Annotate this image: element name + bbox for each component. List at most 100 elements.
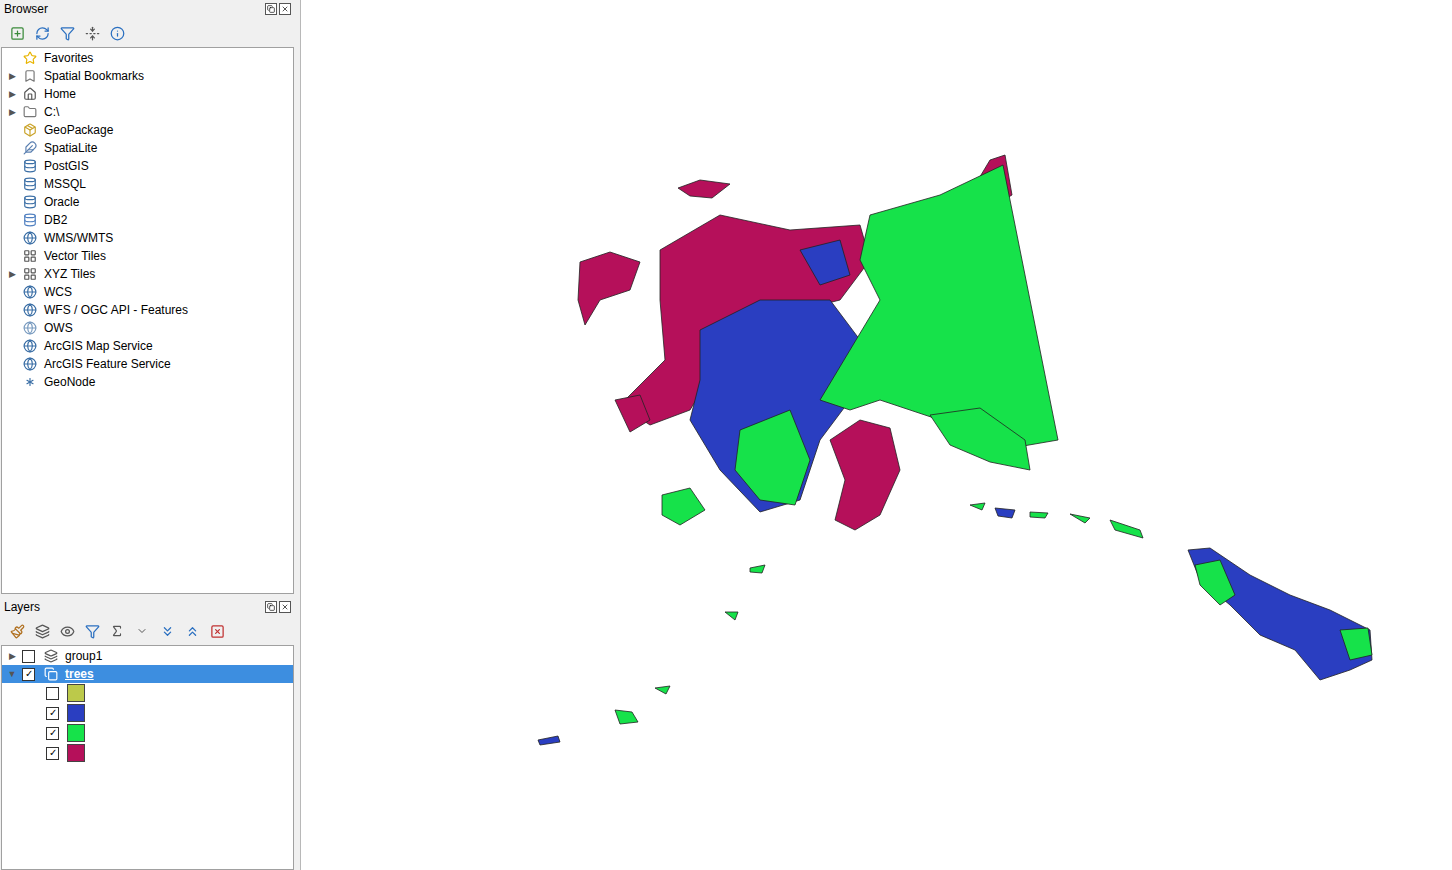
browser-title-bar: Browser [0, 0, 295, 17]
legend-item[interactable]: ✓ [2, 703, 293, 723]
collapse-all-icon[interactable] [83, 24, 101, 42]
tree-polygon[interactable] [1340, 628, 1372, 660]
tree-polygon[interactable] [820, 165, 1058, 450]
browser-item[interactable]: ▶Spatial Bookmarks [2, 67, 293, 85]
collapsed-arrow-icon[interactable]: ▶ [6, 71, 18, 81]
browser-item[interactable]: PostGIS [2, 157, 293, 175]
map-canvas[interactable] [301, 0, 1452, 870]
layer-checkbox[interactable] [22, 650, 35, 663]
map-drawing[interactable] [301, 0, 1452, 870]
collapsed-arrow-icon[interactable]: ▶ [6, 651, 18, 661]
browser-item[interactable]: ArcGIS Map Service [2, 337, 293, 355]
browser-title: Browser [4, 2, 48, 16]
browser-item-icon [22, 320, 38, 336]
layers-panel: Layers▶group1▼✓trees✓✓✓ [0, 594, 295, 870]
browser-item-icon [22, 176, 38, 192]
browser-item[interactable]: ▶ Home [2, 85, 293, 103]
browser-item[interactable]: WCS [2, 283, 293, 301]
browser-item[interactable]: MSSQL [2, 175, 293, 193]
tree-polygon[interactable] [1195, 560, 1235, 605]
collapse-all-icon[interactable] [183, 622, 201, 640]
tree-polygon[interactable] [995, 508, 1015, 518]
browser-item[interactable]: WMS/WMTS [2, 229, 293, 247]
browser-item[interactable]: ArcGIS Feature Service [2, 355, 293, 373]
dropdown-icon[interactable] [133, 622, 151, 640]
browser-item-label: ArcGIS Map Service [42, 339, 153, 353]
expanded-arrow-icon[interactable]: ▼ [6, 669, 18, 679]
tree-polygon[interactable] [800, 240, 850, 285]
tree-polygon[interactable] [735, 410, 810, 505]
float-icon[interactable] [265, 601, 277, 613]
tree-polygon[interactable] [690, 300, 860, 512]
layer-checkbox[interactable]: ✓ [22, 668, 35, 681]
legend-item[interactable]: ✓ [2, 723, 293, 743]
browser-item[interactable]: OWS [2, 319, 293, 337]
tree-polygon[interactable] [578, 252, 640, 325]
legend-swatch [67, 704, 85, 722]
info-icon[interactable] [108, 24, 126, 42]
tree-polygon[interactable] [615, 710, 638, 724]
refresh-icon[interactable] [33, 24, 51, 42]
browser-item[interactable]: SpatiaLite [2, 139, 293, 157]
filter-icon[interactable] [58, 24, 76, 42]
tree-polygon[interactable] [615, 395, 650, 432]
layers-title-bar: Layers [0, 594, 295, 615]
browser-item-icon [22, 86, 38, 102]
add-group-icon[interactable] [33, 622, 51, 640]
legend-checkbox[interactable]: ✓ [46, 747, 59, 760]
tree-polygon[interactable] [1110, 520, 1143, 538]
tree-polygon[interactable] [1188, 548, 1372, 680]
legend-checkbox[interactable] [46, 687, 59, 700]
browser-item-icon [22, 122, 38, 138]
panel-title-buttons [265, 3, 291, 15]
tree-polygon[interactable] [662, 488, 705, 525]
layer-row[interactable]: ▶group1 [2, 647, 293, 665]
visibility-icon[interactable] [58, 622, 76, 640]
browser-item-label: GeoPackage [42, 123, 113, 137]
expression-filter-icon[interactable] [108, 622, 126, 640]
tree-polygon[interactable] [830, 420, 900, 530]
layer-row[interactable]: ▼✓trees [2, 665, 293, 683]
tree-polygon[interactable] [970, 503, 985, 510]
tree-polygon[interactable] [538, 736, 560, 745]
collapsed-arrow-icon[interactable]: ▶ [6, 269, 18, 279]
style-brush-icon[interactable] [8, 622, 26, 640]
browser-item-label: Favorites [42, 51, 93, 65]
legend-checkbox[interactable]: ✓ [46, 727, 59, 740]
float-icon[interactable] [265, 3, 277, 15]
tree-polygon[interactable] [1030, 512, 1048, 518]
legend-item[interactable] [2, 683, 293, 703]
browser-item[interactable]: WFS / OGC API - Features [2, 301, 293, 319]
tree-polygon[interactable] [750, 565, 765, 573]
tree-polygon[interactable] [1070, 514, 1090, 523]
collapsed-arrow-icon[interactable]: ▶ [6, 89, 18, 99]
browser-item[interactable]: GeoNode [2, 373, 293, 391]
tree-polygon[interactable] [678, 180, 730, 198]
browser-item-label: Vector Tiles [42, 249, 106, 263]
legend-item[interactable]: ✓ [2, 743, 293, 763]
browser-item[interactable]: Vector Tiles [2, 247, 293, 265]
filter-legend-icon[interactable] [83, 622, 101, 640]
vector-layer-icon [43, 666, 59, 682]
browser-item-label: Home [42, 87, 76, 101]
browser-item[interactable]: Favorites [2, 49, 293, 67]
close-icon[interactable] [279, 601, 291, 613]
collapsed-arrow-icon[interactable]: ▶ [6, 107, 18, 117]
browser-item-icon [22, 140, 38, 156]
browser-item-icon [22, 104, 38, 120]
browser-item[interactable]: DB2 [2, 211, 293, 229]
close-icon[interactable] [279, 3, 291, 15]
layers-toolbar [0, 615, 295, 645]
tree-polygon[interactable] [655, 686, 670, 694]
browser-item-icon [22, 284, 38, 300]
tree-polygon[interactable] [725, 612, 738, 620]
browser-item[interactable]: ▶C:\ [2, 103, 293, 121]
browser-item[interactable]: GeoPackage [2, 121, 293, 139]
browser-item[interactable]: ▶XYZ Tiles [2, 265, 293, 283]
legend-checkbox[interactable]: ✓ [46, 707, 59, 720]
remove-layer-icon[interactable] [208, 622, 226, 640]
tree-polygon[interactable] [930, 408, 1030, 470]
browser-item[interactable]: Oracle [2, 193, 293, 211]
add-selected-layers-icon[interactable] [8, 24, 26, 42]
expand-all-icon[interactable] [158, 622, 176, 640]
